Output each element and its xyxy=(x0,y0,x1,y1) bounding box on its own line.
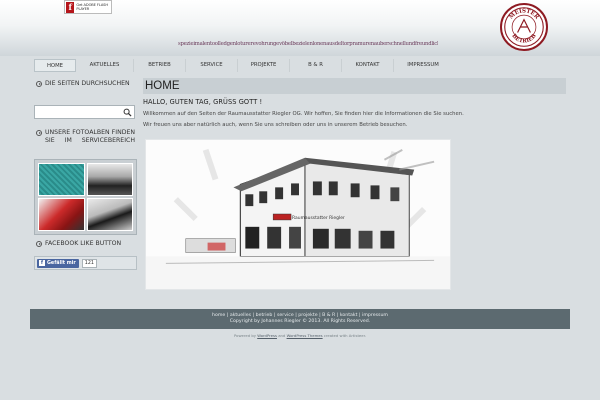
bullet-arrow-icon xyxy=(36,129,42,136)
seal-logo-icon[interactable]: MEISTER BETRIEB xyxy=(500,3,548,51)
search-box xyxy=(34,105,135,126)
greeting-heading: HALLO, GUTEN TAG, GRÜSS GOTT ! xyxy=(143,98,263,106)
nav-item-betrieb[interactable]: BETRIEB xyxy=(134,58,186,72)
facebook-icon: f xyxy=(39,260,45,266)
powered-suffix: created with Artisteer. xyxy=(323,333,367,338)
nav-item-home[interactable]: HOME xyxy=(34,58,76,72)
search-input[interactable] xyxy=(35,114,123,126)
nav-item-service[interactable]: SERVICE xyxy=(186,58,238,72)
album-thumbnail[interactable] xyxy=(86,198,133,231)
visit-paragraph: Wir freuen uns aber natürlich auch, wenn… xyxy=(143,122,408,128)
facebook-widget-title: FACEBOOK LIKE BUTTON xyxy=(34,240,135,248)
album-thumbnail[interactable] xyxy=(38,163,85,196)
search-widget-title: DIE SEITEN DURCHSUCHEN xyxy=(34,80,135,88)
nav-item-b-r[interactable]: B & R xyxy=(290,58,342,72)
bullet-arrow-icon xyxy=(36,80,42,87)
album-widget-title: UNSERE FOTOALBEN FINDEN SIE IM SERVICEBE… xyxy=(34,129,135,144)
album-thumbnail[interactable] xyxy=(86,163,133,196)
nav-item-aktuelles[interactable]: AKTUELLES xyxy=(76,58,134,72)
powered-prefix: Powered by xyxy=(233,333,256,338)
album-thumbnail[interactable] xyxy=(38,198,85,231)
powered-and: and xyxy=(278,333,286,338)
album-widget: UNSERE FOTOALBEN FINDEN SIE IM SERVICEBE… xyxy=(34,129,137,235)
photo-album-grid xyxy=(34,159,137,235)
nav-item-impressum[interactable]: IMPRESSUM xyxy=(394,59,452,72)
facebook-like-box: f Gefällt mir 121 xyxy=(34,256,137,270)
intro-paragraph: Willkommen auf den Seiten der Raumaussta… xyxy=(143,111,464,117)
search-widget: DIE SEITEN DURCHSUCHEN xyxy=(34,80,135,88)
header: f Get ADOBE FLASH PLAYER spezieimalentoo… xyxy=(0,0,600,56)
search-icon[interactable] xyxy=(123,108,132,117)
main-content: HOME HALLO, GUTEN TAG, GRÜSS GOTT ! Will… xyxy=(143,78,566,290)
facebook-like-count: 121 xyxy=(81,258,97,268)
building-photo: Raumausstatter Riegler xyxy=(145,139,451,290)
flash-player-icon: f xyxy=(66,1,75,13)
flash-badge-text: Get ADOBE FLASH PLAYER xyxy=(76,2,108,12)
wordpress-themes-link[interactable]: WordPress Themes xyxy=(287,333,323,338)
header-slogan: spezieimalentoolledgenloturerevohrungevö… xyxy=(178,41,438,47)
building-sign-text: Raumausstatter Riegler xyxy=(292,215,345,221)
footer-copyright: Copyright by Johannes Riegler © 2013. Al… xyxy=(229,319,371,324)
nav-item-kontakt[interactable]: KONTAKT xyxy=(342,58,394,72)
facebook-widget: FACEBOOK LIKE BUTTON f Gefällt mir 121 xyxy=(34,240,137,270)
flash-player-badge[interactable]: f Get ADOBE FLASH PLAYER xyxy=(64,0,112,14)
page-title: HOME xyxy=(143,78,566,94)
facebook-like-button[interactable]: f Gefällt mir xyxy=(37,258,79,268)
footer: home | aktuelles | betrieb | service | p… xyxy=(30,309,570,329)
main-nav: HOME AKTUELLES BETRIEB SERVICE PROJEKTE B & R… xyxy=(34,58,564,72)
facebook-like-label: Gefällt mir xyxy=(47,260,76,266)
nav-item-projekte[interactable]: PROJEKTE xyxy=(238,58,290,72)
wordpress-link[interactable]: WordPress xyxy=(257,333,277,338)
powered-by: Powered by WordPress and WordPress Theme… xyxy=(0,333,600,338)
bullet-arrow-icon xyxy=(36,240,42,247)
